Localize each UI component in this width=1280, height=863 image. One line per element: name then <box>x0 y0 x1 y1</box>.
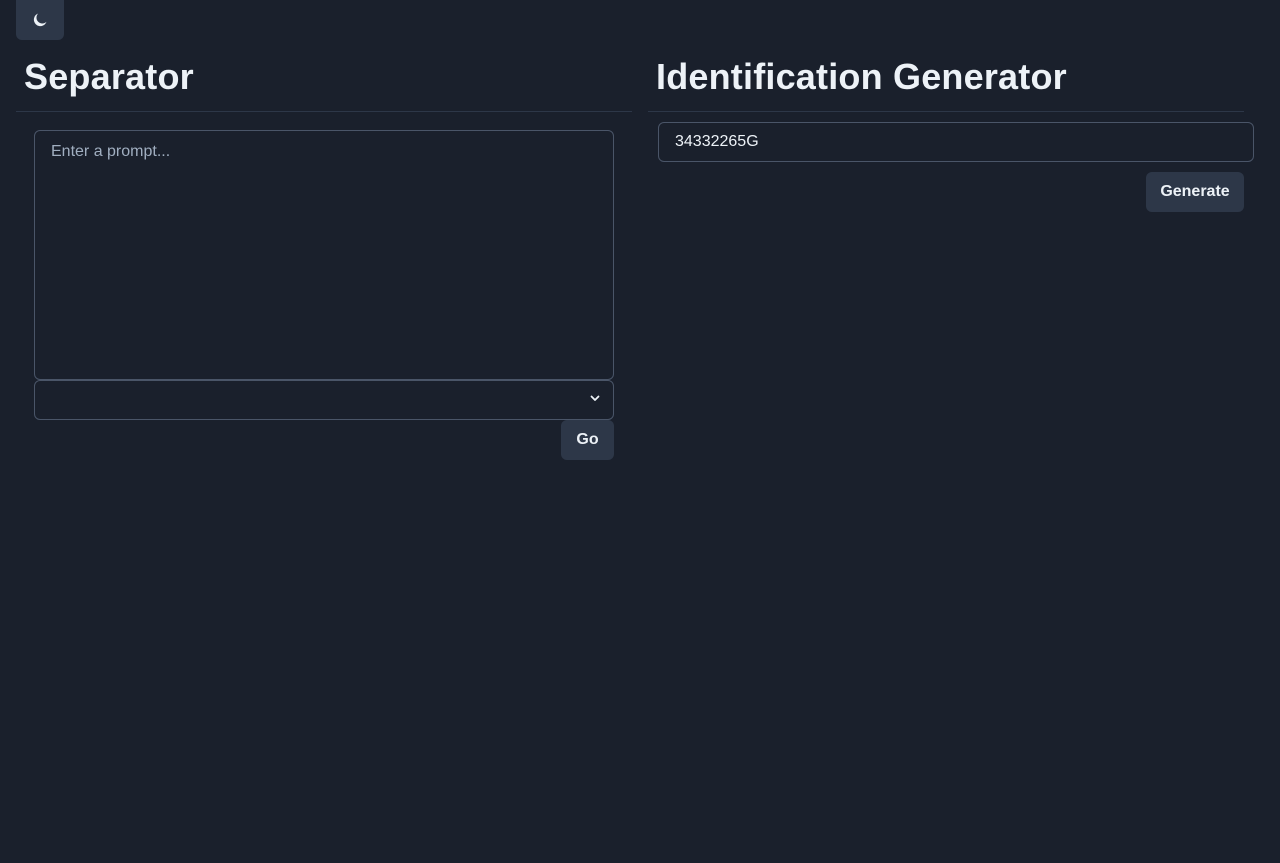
chevron-down-icon <box>589 391 601 409</box>
prompt-input[interactable] <box>34 130 614 380</box>
id-output-field[interactable] <box>658 122 1254 162</box>
theme-toggle-button[interactable] <box>16 0 64 40</box>
go-button[interactable]: Go <box>561 420 614 460</box>
id-generator-title: Identification Generator <box>656 56 1067 97</box>
separator-select[interactable] <box>34 380 614 420</box>
moon-icon <box>32 12 48 28</box>
separator-divider <box>16 111 632 112</box>
id-generator-divider <box>648 111 1244 112</box>
generate-button[interactable]: Generate <box>1146 172 1244 212</box>
separator-title: Separator <box>24 56 194 97</box>
